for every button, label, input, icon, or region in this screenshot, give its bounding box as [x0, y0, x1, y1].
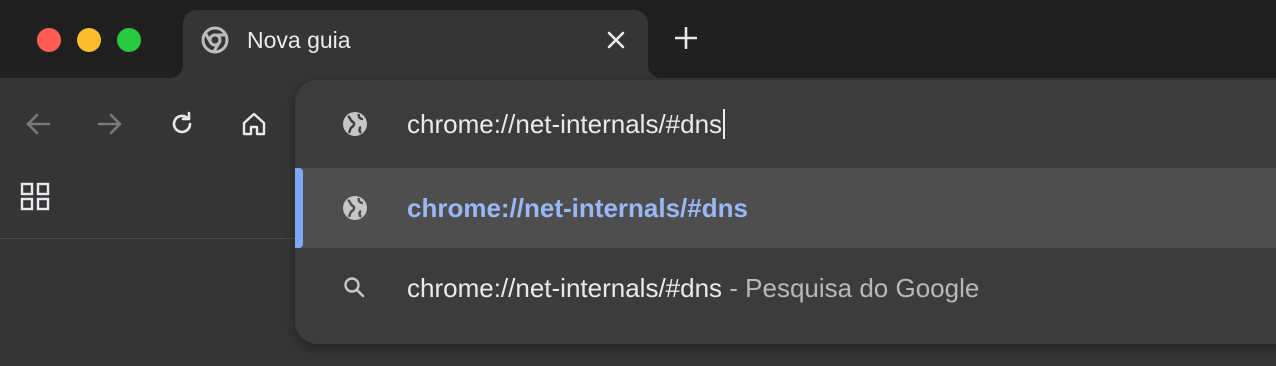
tab-title: Nova guia — [247, 27, 351, 53]
suggestion-url: chrome://net-internals/#dns — [407, 193, 748, 223]
suggestion-search-text: chrome://net-internals/#dns - Pesquisa d… — [407, 272, 979, 304]
window-maximize-button[interactable] — [117, 28, 141, 52]
suggestion-description: Pesquisa do Google — [745, 273, 980, 303]
omnibox-dropdown: chrome://net-internals/#dns chrome://net… — [295, 80, 1276, 344]
globe-icon — [341, 110, 369, 138]
chrome-logo-icon — [200, 25, 230, 55]
reload-icon[interactable] — [166, 108, 198, 140]
search-icon — [341, 274, 369, 302]
window-close-button[interactable] — [37, 28, 61, 52]
selection-indicator — [295, 168, 303, 248]
window-minimize-button[interactable] — [77, 28, 101, 52]
globe-icon — [341, 194, 369, 222]
bookmarks-divider — [0, 238, 300, 239]
suggestion-row-search[interactable]: chrome://net-internals/#dns - Pesquisa d… — [295, 248, 1276, 328]
tab-nova-guia[interactable]: Nova guia — [169, 10, 662, 78]
title-bar: Nova guia — [0, 0, 1276, 78]
suggestion-row-selected[interactable]: chrome://net-internals/#dns — [295, 168, 1276, 248]
suggestion-separator: - — [722, 273, 746, 303]
back-arrow-icon[interactable] — [22, 108, 54, 140]
new-tab-button[interactable] — [670, 22, 702, 54]
address-input[interactable]: chrome://net-internals/#dns — [407, 108, 726, 140]
address-bar[interactable]: chrome://net-internals/#dns — [295, 84, 1276, 164]
text-caret — [723, 109, 726, 139]
home-icon[interactable] — [238, 108, 270, 140]
close-icon[interactable] — [601, 25, 631, 55]
forward-arrow-icon[interactable] — [94, 108, 126, 140]
apps-grid-icon[interactable] — [19, 180, 51, 212]
suggestion-query: chrome://net-internals/#dns — [407, 273, 723, 303]
plus-icon — [675, 27, 697, 49]
